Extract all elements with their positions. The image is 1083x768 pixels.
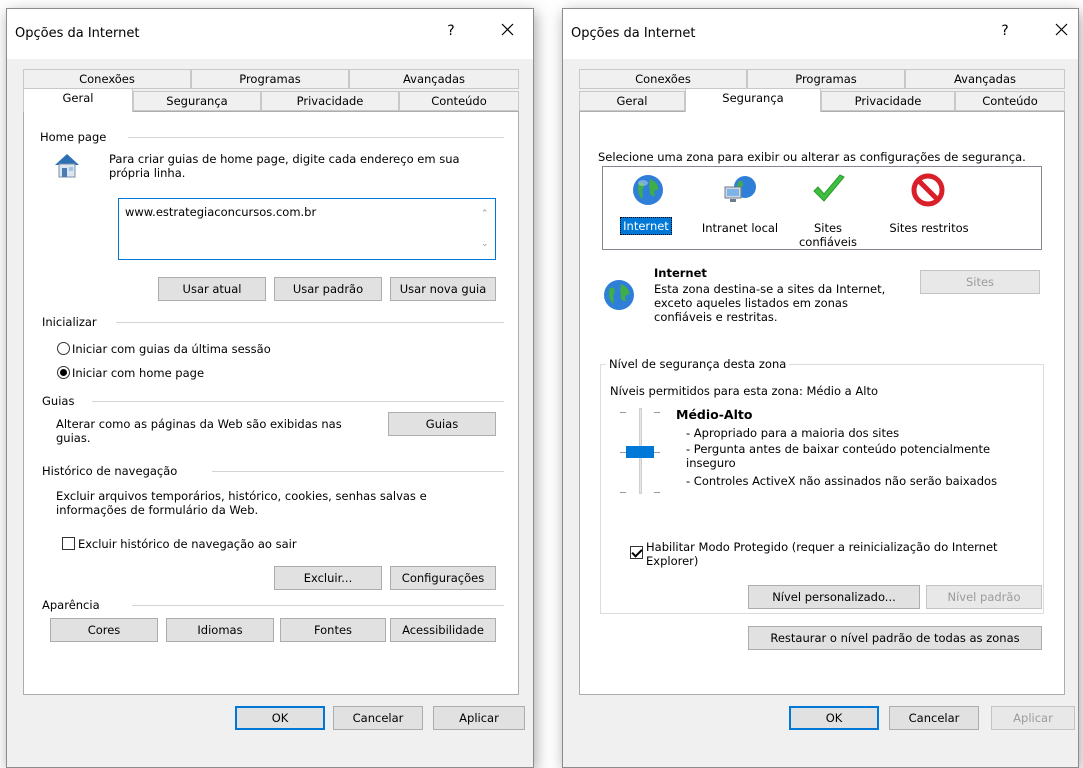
zone-trusted-label: Sites confiáveis <box>798 221 857 249</box>
tab-security[interactable]: Segurança <box>133 91 261 111</box>
delete-button[interactable]: Excluir... <box>274 566 382 590</box>
window-title: Opções da Internet <box>571 26 696 41</box>
colors-button[interactable]: Cores <box>50 618 158 642</box>
tabs-description: Alterar como as páginas da Web são exibi… <box>56 417 342 445</box>
delete-history-on-exit-checkbox[interactable] <box>62 537 75 550</box>
intranet-icon <box>723 173 759 210</box>
delete-history-on-exit-label: Excluir histórico de navegação ao sair <box>78 537 297 551</box>
close-button[interactable] <box>1051 19 1073 41</box>
zone-trusted[interactable]: Sites confiáveis <box>793 171 863 249</box>
tab-advanced[interactable]: Avançadas <box>349 69 519 89</box>
close-icon <box>1055 23 1068 36</box>
tabs-group-label: Guias <box>42 394 75 408</box>
history-group-label: Histórico de navegação <box>42 464 178 478</box>
apply-button[interactable]: Aplicar <box>433 706 525 730</box>
blocked-icon <box>911 173 945 210</box>
use-default-button[interactable]: Usar padrão <box>274 277 382 301</box>
close-button[interactable] <box>497 19 519 41</box>
home-page-description: Para criar guias de home page, digite ca… <box>109 152 460 180</box>
cancel-button[interactable]: Cancelar <box>889 706 979 730</box>
internet-options-dialog-security: Opções da Internet ? Conexões Programas … <box>562 8 1079 768</box>
home-page-group-label: Home page <box>40 130 107 144</box>
zone-info-title: Internet <box>654 266 707 280</box>
security-level-slider[interactable] <box>620 408 660 494</box>
tab-privacy[interactable]: Privacidade <box>821 91 955 111</box>
tab-content[interactable]: Conteúdo <box>399 91 519 111</box>
cancel-button[interactable]: Cancelar <box>333 706 423 730</box>
protected-mode-checkbox[interactable] <box>630 546 643 559</box>
house-icon <box>52 150 82 183</box>
close-icon <box>501 23 514 36</box>
custom-level-button[interactable]: Nível personalizado... <box>748 585 920 609</box>
tab-content[interactable]: Conteúdo <box>955 91 1065 111</box>
zone-internet[interactable]: Internet <box>611 171 681 247</box>
tab-privacy[interactable]: Privacidade <box>261 91 399 111</box>
title-bar: Opções da Internet ? <box>563 9 1078 59</box>
allowed-levels-text: Níveis permitidos para esta zona: Médio … <box>610 384 878 398</box>
zone-restricted-label: Sites restritos <box>889 221 969 235</box>
checkmark-icon <box>811 173 847 210</box>
security-panel: Selecione uma zona para exibir ou altera… <box>579 111 1065 695</box>
title-bar: Opções da Internet ? <box>7 9 533 59</box>
apply-button[interactable]: Aplicar <box>991 706 1075 730</box>
startup-last-session-radio[interactable] <box>57 342 70 355</box>
ok-button[interactable]: OK <box>789 706 879 730</box>
use-new-tab-button[interactable]: Usar nova guia <box>390 277 496 301</box>
tab-programs[interactable]: Programas <box>747 69 905 89</box>
general-panel: Home page Para criar guias de home page,… <box>23 111 519 695</box>
startup-last-session-label: Iniciar com guias da última sessão <box>72 342 271 356</box>
default-level-button[interactable]: Nível padrão <box>926 585 1042 609</box>
protected-mode-label: Habilitar Modo Protegido (requer a reini… <box>646 540 998 568</box>
help-button[interactable]: ? <box>995 23 1015 39</box>
tab-general[interactable]: Geral <box>579 91 685 111</box>
tab-programs[interactable]: Programas <box>191 69 349 89</box>
level-bullet-1: - Apropriado para a maioria dos sites <box>686 426 900 440</box>
settings-button[interactable]: Configurações <box>390 566 496 590</box>
window-title: Opções da Internet <box>15 26 140 41</box>
zone-restricted[interactable]: Sites restritos <box>879 171 979 247</box>
accessibility-button[interactable]: Acessibilidade <box>390 618 496 642</box>
zone-prompt: Selecione uma zona para exibir ou altera… <box>598 150 1026 164</box>
level-bullet-2: - Pergunta antes de baixar conteúdo pote… <box>686 442 991 470</box>
security-level-group <box>600 364 1044 614</box>
level-bullet-3: - Controles ActiveX não assinados não se… <box>686 474 998 488</box>
zone-intranet[interactable]: Intranet local <box>695 171 785 247</box>
zone-intranet-label: Intranet local <box>701 221 779 235</box>
zone-list: Internet Intranet local Sites confiáveis… <box>602 166 1042 250</box>
tab-connections[interactable]: Conexões <box>579 69 747 89</box>
globe-icon <box>602 278 636 315</box>
ok-button[interactable]: OK <box>235 706 325 730</box>
startup-home-page-radio[interactable] <box>57 366 70 379</box>
startup-group-label: Inicializar <box>42 315 97 329</box>
languages-button[interactable]: Idiomas <box>166 618 274 642</box>
sites-button[interactable]: Sites <box>920 270 1040 294</box>
zone-internet-label: Internet <box>620 217 672 235</box>
reset-all-zones-button[interactable]: Restaurar o nível padrão de todas as zon… <box>748 626 1042 650</box>
scroll-up-icon[interactable]: ⌃ <box>481 209 489 219</box>
tab-general[interactable]: Geral <box>23 88 133 112</box>
tab-advanced[interactable]: Avançadas <box>905 69 1065 89</box>
startup-home-page-label: Iniciar com home page <box>72 366 205 380</box>
help-button[interactable]: ? <box>441 23 461 39</box>
zone-info-description: Esta zona destina-se a sites da Internet… <box>654 282 886 324</box>
level-name: Médio-Alto <box>676 407 753 422</box>
fonts-button[interactable]: Fontes <box>280 618 386 642</box>
home-page-url-input[interactable]: www.estrategiaconcursos.com.br ⌃ ⌄ <box>118 198 496 260</box>
security-level-group-label: Nível de segurança desta zona <box>606 357 790 371</box>
slider-thumb[interactable] <box>626 446 654 458</box>
scroll-down-icon[interactable]: ⌄ <box>481 239 489 249</box>
internet-options-dialog-general: Opções da Internet ? Conexões Programas … <box>6 8 534 768</box>
use-current-button[interactable]: Usar atual <box>158 277 266 301</box>
tab-security[interactable]: Segurança <box>685 88 821 112</box>
tabs-button[interactable]: Guias <box>388 412 496 436</box>
history-description: Excluir arquivos temporários, histórico,… <box>56 489 427 517</box>
tab-connections[interactable]: Conexões <box>23 69 191 89</box>
globe-icon <box>631 173 665 210</box>
appearance-group-label: Aparência <box>42 598 100 612</box>
